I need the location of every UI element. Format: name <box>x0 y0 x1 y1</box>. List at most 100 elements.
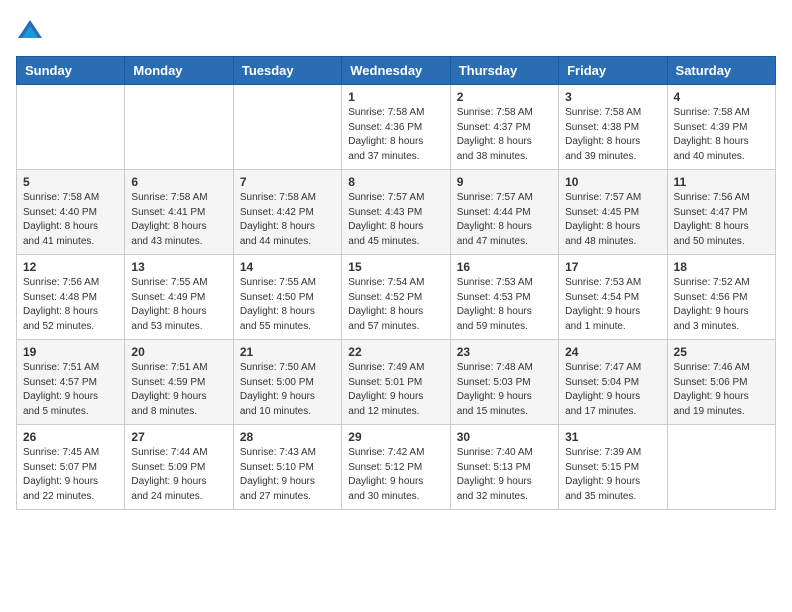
day-info: Sunrise: 7:43 AM Sunset: 5:10 PM Dayligh… <box>240 446 335 504</box>
day-info: Sunrise: 7:45 AM Sunset: 5:07 PM Dayligh… <box>23 446 118 504</box>
day-info: Sunrise: 7:58 AM Sunset: 4:41 PM Dayligh… <box>131 191 226 249</box>
calendar-cell: 13 Sunrise: 7:55 AM Sunset: 4:49 PM Dayli… <box>125 255 233 340</box>
calendar-cell: 10 Sunrise: 7:57 AM Sunset: 4:45 PM Dayli… <box>559 170 667 255</box>
day-info: Sunrise: 7:42 AM Sunset: 5:12 PM Dayligh… <box>348 446 443 504</box>
day-header-friday: Friday <box>559 57 667 85</box>
day-number: 26 <box>23 430 118 444</box>
day-info: Sunrise: 7:39 AM Sunset: 5:15 PM Dayligh… <box>565 446 660 504</box>
day-info: Sunrise: 7:57 AM Sunset: 4:45 PM Dayligh… <box>565 191 660 249</box>
calendar-cell: 15 Sunrise: 7:54 AM Sunset: 4:52 PM Dayli… <box>342 255 450 340</box>
day-info: Sunrise: 7:56 AM Sunset: 4:47 PM Dayligh… <box>674 191 769 249</box>
day-header-sunday: Sunday <box>17 57 125 85</box>
day-number: 22 <box>348 345 443 359</box>
calendar-cell: 9 Sunrise: 7:57 AM Sunset: 4:44 PM Daylig… <box>450 170 558 255</box>
day-info: Sunrise: 7:51 AM Sunset: 4:57 PM Dayligh… <box>23 361 118 419</box>
day-info: Sunrise: 7:51 AM Sunset: 4:59 PM Dayligh… <box>131 361 226 419</box>
day-info: Sunrise: 7:58 AM Sunset: 4:36 PM Dayligh… <box>348 106 443 164</box>
day-number: 4 <box>674 90 769 104</box>
day-info: Sunrise: 7:47 AM Sunset: 5:04 PM Dayligh… <box>565 361 660 419</box>
day-header-wednesday: Wednesday <box>342 57 450 85</box>
calendar-cell: 27Sunrise: 7:44 AM Sunset: 5:09 PM Dayli… <box>125 425 233 510</box>
day-number: 17 <box>565 260 660 274</box>
day-info: Sunrise: 7:52 AM Sunset: 4:56 PM Dayligh… <box>674 276 769 334</box>
day-number: 21 <box>240 345 335 359</box>
calendar-cell: 23 Sunrise: 7:48 AM Sunset: 5:03 PM Dayli… <box>450 340 558 425</box>
day-number: 3 <box>565 90 660 104</box>
calendar-cell: 5Sunrise: 7:58 AM Sunset: 4:40 PM Daylig… <box>17 170 125 255</box>
calendar-week-0: 1 Sunrise: 7:58 AM Sunset: 4:36 PM Daylig… <box>17 85 776 170</box>
day-info: Sunrise: 7:50 AM Sunset: 5:00 PM Dayligh… <box>240 361 335 419</box>
calendar-cell <box>17 85 125 170</box>
calendar-cell: 30 Sunrise: 7:40 AM Sunset: 5:13 PM Dayli… <box>450 425 558 510</box>
day-info: Sunrise: 7:56 AM Sunset: 4:48 PM Dayligh… <box>23 276 118 334</box>
calendar-cell: 4 Sunrise: 7:58 AM Sunset: 4:39 PM Daylig… <box>667 85 775 170</box>
day-header-thursday: Thursday <box>450 57 558 85</box>
day-number: 9 <box>457 175 552 189</box>
calendar-cell: 22Sunrise: 7:49 AM Sunset: 5:01 PM Dayli… <box>342 340 450 425</box>
day-header-saturday: Saturday <box>667 57 775 85</box>
calendar-cell: 24 Sunrise: 7:47 AM Sunset: 5:04 PM Dayli… <box>559 340 667 425</box>
calendar-cell: 26 Sunrise: 7:45 AM Sunset: 5:07 PM Dayli… <box>17 425 125 510</box>
calendar-week-2: 12 Sunrise: 7:56 AM Sunset: 4:48 PM Dayli… <box>17 255 776 340</box>
day-info: Sunrise: 7:40 AM Sunset: 5:13 PM Dayligh… <box>457 446 552 504</box>
calendar-cell <box>125 85 233 170</box>
day-number: 24 <box>565 345 660 359</box>
day-info: Sunrise: 7:54 AM Sunset: 4:52 PM Dayligh… <box>348 276 443 334</box>
calendar-cell: 11Sunrise: 7:56 AM Sunset: 4:47 PM Dayli… <box>667 170 775 255</box>
calendar-cell: 31 Sunrise: 7:39 AM Sunset: 5:15 PM Dayli… <box>559 425 667 510</box>
day-number: 15 <box>348 260 443 274</box>
day-number: 29 <box>348 430 443 444</box>
day-number: 31 <box>565 430 660 444</box>
calendar-cell: 7Sunrise: 7:58 AM Sunset: 4:42 PM Daylig… <box>233 170 341 255</box>
day-number: 13 <box>131 260 226 274</box>
day-number: 20 <box>131 345 226 359</box>
day-info: Sunrise: 7:48 AM Sunset: 5:03 PM Dayligh… <box>457 361 552 419</box>
calendar-cell: 8 Sunrise: 7:57 AM Sunset: 4:43 PM Daylig… <box>342 170 450 255</box>
day-number: 18 <box>674 260 769 274</box>
day-info: Sunrise: 7:46 AM Sunset: 5:06 PM Dayligh… <box>674 361 769 419</box>
calendar-cell: 21 Sunrise: 7:50 AM Sunset: 5:00 PM Dayli… <box>233 340 341 425</box>
day-number: 10 <box>565 175 660 189</box>
day-number: 5 <box>23 175 118 189</box>
calendar-cell: 1 Sunrise: 7:58 AM Sunset: 4:36 PM Daylig… <box>342 85 450 170</box>
day-number: 7 <box>240 175 335 189</box>
logo-icon <box>16 16 44 44</box>
calendar-cell: 25 Sunrise: 7:46 AM Sunset: 5:06 PM Dayli… <box>667 340 775 425</box>
day-number: 12 <box>23 260 118 274</box>
day-number: 14 <box>240 260 335 274</box>
page-header <box>16 16 776 44</box>
calendar-cell <box>233 85 341 170</box>
day-number: 23 <box>457 345 552 359</box>
calendar-cell: 18 Sunrise: 7:52 AM Sunset: 4:56 PM Dayli… <box>667 255 775 340</box>
logo <box>16 16 48 44</box>
day-number: 16 <box>457 260 552 274</box>
calendar-cell: 17Sunrise: 7:53 AM Sunset: 4:54 PM Dayli… <box>559 255 667 340</box>
calendar-cell: 12 Sunrise: 7:56 AM Sunset: 4:48 PM Dayli… <box>17 255 125 340</box>
day-number: 1 <box>348 90 443 104</box>
calendar-cell <box>667 425 775 510</box>
calendar-cell: 28Sunrise: 7:43 AM Sunset: 5:10 PM Dayli… <box>233 425 341 510</box>
day-number: 19 <box>23 345 118 359</box>
day-number: 6 <box>131 175 226 189</box>
day-number: 25 <box>674 345 769 359</box>
day-info: Sunrise: 7:53 AM Sunset: 4:53 PM Dayligh… <box>457 276 552 334</box>
calendar-cell: 6 Sunrise: 7:58 AM Sunset: 4:41 PM Daylig… <box>125 170 233 255</box>
calendar-cell: 3 Sunrise: 7:58 AM Sunset: 4:38 PM Daylig… <box>559 85 667 170</box>
day-info: Sunrise: 7:55 AM Sunset: 4:50 PM Dayligh… <box>240 276 335 334</box>
calendar-cell: 2Sunrise: 7:58 AM Sunset: 4:37 PM Daylig… <box>450 85 558 170</box>
day-info: Sunrise: 7:58 AM Sunset: 4:39 PM Dayligh… <box>674 106 769 164</box>
calendar-cell: 19 Sunrise: 7:51 AM Sunset: 4:57 PM Dayli… <box>17 340 125 425</box>
day-info: Sunrise: 7:55 AM Sunset: 4:49 PM Dayligh… <box>131 276 226 334</box>
calendar-header-row: SundayMondayTuesdayWednesdayThursdayFrid… <box>17 57 776 85</box>
calendar-cell: 16 Sunrise: 7:53 AM Sunset: 4:53 PM Dayli… <box>450 255 558 340</box>
day-info: Sunrise: 7:57 AM Sunset: 4:43 PM Dayligh… <box>348 191 443 249</box>
day-header-monday: Monday <box>125 57 233 85</box>
day-info: Sunrise: 7:44 AM Sunset: 5:09 PM Dayligh… <box>131 446 226 504</box>
day-info: Sunrise: 7:57 AM Sunset: 4:44 PM Dayligh… <box>457 191 552 249</box>
day-header-tuesday: Tuesday <box>233 57 341 85</box>
calendar-cell: 20 Sunrise: 7:51 AM Sunset: 4:59 PM Dayli… <box>125 340 233 425</box>
day-number: 30 <box>457 430 552 444</box>
day-number: 8 <box>348 175 443 189</box>
calendar-week-3: 19 Sunrise: 7:51 AM Sunset: 4:57 PM Dayli… <box>17 340 776 425</box>
day-info: Sunrise: 7:58 AM Sunset: 4:38 PM Dayligh… <box>565 106 660 164</box>
